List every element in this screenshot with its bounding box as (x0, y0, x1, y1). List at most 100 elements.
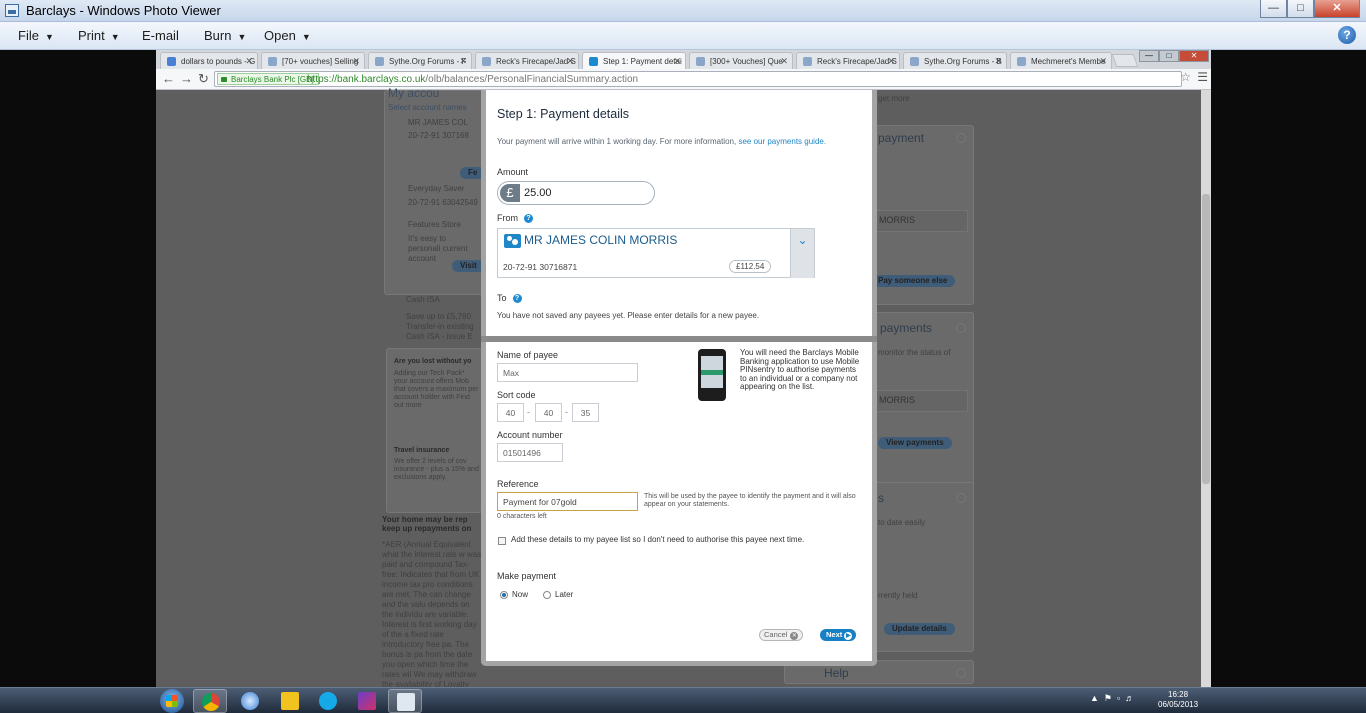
browser-minimize-button[interactable]: — (1139, 50, 1159, 62)
app-l-taskbar-button[interactable] (273, 689, 307, 713)
tab[interactable]: [300+ Vouches] Que ✕ (689, 52, 793, 69)
page-scrollbar[interactable] (1201, 90, 1211, 687)
sort-code-2-input[interactable]: 40 (535, 403, 562, 422)
payment-timing-note: Your payment will arrive within 1 workin… (497, 137, 827, 146)
chrome-taskbar-button[interactable] (193, 689, 227, 713)
chevron-down-icon[interactable]: ⌄ (790, 229, 814, 278)
close-tab-icon[interactable]: ✕ (887, 56, 895, 67)
itunes-taskbar-button[interactable] (233, 689, 267, 713)
forward-arrow-icon[interactable]: → (180, 71, 193, 86)
tab-active[interactable]: Step 1: Payment detai ✕ (582, 52, 686, 69)
minimize-button[interactable]: — (1260, 0, 1287, 18)
payment-modal: Step 1: Payment details Your payment wil… (481, 90, 877, 666)
close-button[interactable]: ✕ (1314, 0, 1360, 18)
cancel-button[interactable]: Cancel ✕ (759, 629, 804, 641)
browser-menu-icon[interactable]: ☰ (1197, 70, 1208, 84)
close-tab-icon[interactable]: ✕ (459, 56, 467, 67)
tab[interactable]: Mechmeret's Membe ✕ (1010, 52, 1112, 69)
tab[interactable]: [70+ vouches] Selling ✕ (261, 52, 365, 69)
pound-sign-icon: £ (500, 184, 520, 202)
system-clock[interactable]: 16:28 06/05/2013 (1158, 690, 1198, 710)
account-number-input[interactable]: 01501496 (497, 443, 563, 462)
from-label: From? (497, 213, 533, 223)
barclays-eagle-icon (589, 57, 598, 66)
ev-certificate-badge[interactable]: Barclays Bank Plc [GB] (217, 73, 319, 85)
new-tab-button[interactable] (1111, 54, 1139, 67)
scrollbar-thumb[interactable] (1202, 194, 1210, 484)
arrow-right-icon: ▶ (844, 632, 853, 640)
pay-now-radio[interactable] (500, 591, 508, 599)
from-account-number: 20-72-91 30716871 (503, 262, 578, 272)
windows-taskbar: ▲ ⚑ ▫ ♬ 16:28 06/05/2013 (0, 687, 1366, 713)
screenshot-image: dollars to pounds - G ✕ [70+ vouches] Sel… (156, 50, 1211, 687)
from-account-name: MR JAMES COLIN MORRIS (524, 233, 678, 247)
sort-code-3-input[interactable]: 35 (572, 403, 599, 422)
browser-toolbar: ← → ↻ Barclays Bank Plc [GB] https://ban… (156, 69, 1211, 90)
dim-select: MORRIS (872, 390, 968, 412)
start-button[interactable] (160, 689, 184, 713)
pay-someone-else-button: Pay someone else (870, 275, 956, 287)
tab[interactable]: dollars to pounds - G ✕ (160, 52, 258, 69)
close-tab-icon[interactable]: ✕ (994, 56, 1002, 67)
image-viewport: dollars to pounds - G ✕ [70+ vouches] Sel… (0, 50, 1366, 687)
amount-value: 25.00 (524, 187, 552, 199)
reference-label: Reference (497, 479, 539, 489)
media-taskbar-button[interactable] (350, 689, 384, 713)
menu-open[interactable]: Open ▼ (264, 28, 311, 43)
payee-name-input[interactable]: Max (497, 363, 638, 382)
forum-icon (375, 57, 384, 66)
forum-icon (1017, 57, 1026, 66)
save-payee-checkbox[interactable] (498, 537, 506, 545)
mobile-pinsentry-note: You will need the Barclays Mobile Bankin… (740, 348, 860, 391)
question-mark-icon[interactable]: ? (524, 214, 533, 223)
menu-email[interactable]: E-mail (142, 28, 179, 43)
reference-input[interactable]: Payment for 07gold (497, 492, 638, 511)
close-tab-icon[interactable]: ✕ (352, 56, 360, 67)
amount-input[interactable]: £ 25.00 (497, 181, 655, 205)
close-tab-icon[interactable]: ✕ (245, 56, 253, 67)
menu-print[interactable]: Print ▼ (78, 28, 120, 43)
browser-maximize-button[interactable]: □ (1159, 50, 1179, 62)
dim-select: MORRIS (872, 210, 968, 232)
menu-burn[interactable]: Burn ▼ (204, 28, 246, 43)
url-text: https://bank.barclays.co.uk/olb/balances… (307, 74, 639, 85)
tab[interactable]: Reck's Firecape/Jad S ✕ (796, 52, 900, 69)
skype-taskbar-button[interactable] (311, 689, 345, 713)
from-account-select[interactable]: MR JAMES COLIN MORRIS 20-72-91 30716871 … (497, 228, 815, 278)
forum-icon (268, 57, 277, 66)
photo-viewer-menubar: File ▼ Print ▼ E-mail Burn ▼ Open ▼ ? (0, 22, 1366, 50)
sort-code-label: Sort code (497, 390, 536, 400)
maximize-button[interactable]: □ (1287, 0, 1314, 18)
browser-close-button[interactable]: ✕ (1179, 50, 1209, 62)
google-icon (167, 57, 176, 66)
system-tray[interactable]: ▲ ⚑ ▫ ♬ (1090, 693, 1134, 704)
menu-file[interactable]: File ▼ (18, 28, 54, 43)
close-tab-icon[interactable]: ✕ (1099, 56, 1107, 67)
question-mark-icon[interactable]: ? (512, 294, 522, 303)
bookmark-star-icon[interactable]: ☆ (1180, 70, 1191, 84)
close-tab-icon[interactable]: ✕ (780, 56, 788, 67)
close-icon: ✕ (790, 632, 799, 640)
visit-button: Visit (452, 260, 485, 272)
pay-later-label: Later (555, 590, 574, 599)
sort-code-1-input[interactable]: 40 (497, 403, 524, 422)
next-button[interactable]: Next ▶ (820, 629, 857, 641)
close-tab-icon[interactable]: ✕ (566, 56, 574, 67)
tab[interactable]: Reck's Firecape/Jad S ✕ (475, 52, 579, 69)
pay-later-radio[interactable] (543, 591, 551, 599)
reload-icon[interactable]: ↻ (198, 71, 209, 87)
chevron-down-icon: ▼ (110, 32, 120, 42)
tab[interactable]: Sythe.Org Forums - F ✕ (368, 52, 472, 69)
close-tab-icon[interactable]: ✕ (673, 56, 681, 67)
character-counter: 0 characters left (497, 513, 547, 520)
forum-icon (803, 57, 812, 66)
back-arrow-icon[interactable]: ← (162, 71, 175, 86)
tab[interactable]: Sythe.Org Forums - B ✕ (903, 52, 1007, 69)
browser-tabbar: dollars to pounds - G ✕ [70+ vouches] Sel… (156, 50, 1211, 69)
payments-guide-link[interactable]: see our payments guide. (738, 137, 826, 146)
update-details-button: Update details (884, 623, 955, 635)
help-icon[interactable]: ? (1338, 26, 1356, 44)
modal-title: Step 1: Payment details (497, 107, 630, 121)
address-bar[interactable]: Barclays Bank Plc [GB] https://bank.barc… (214, 71, 1182, 87)
photo-viewer-taskbar-button[interactable] (388, 689, 422, 713)
